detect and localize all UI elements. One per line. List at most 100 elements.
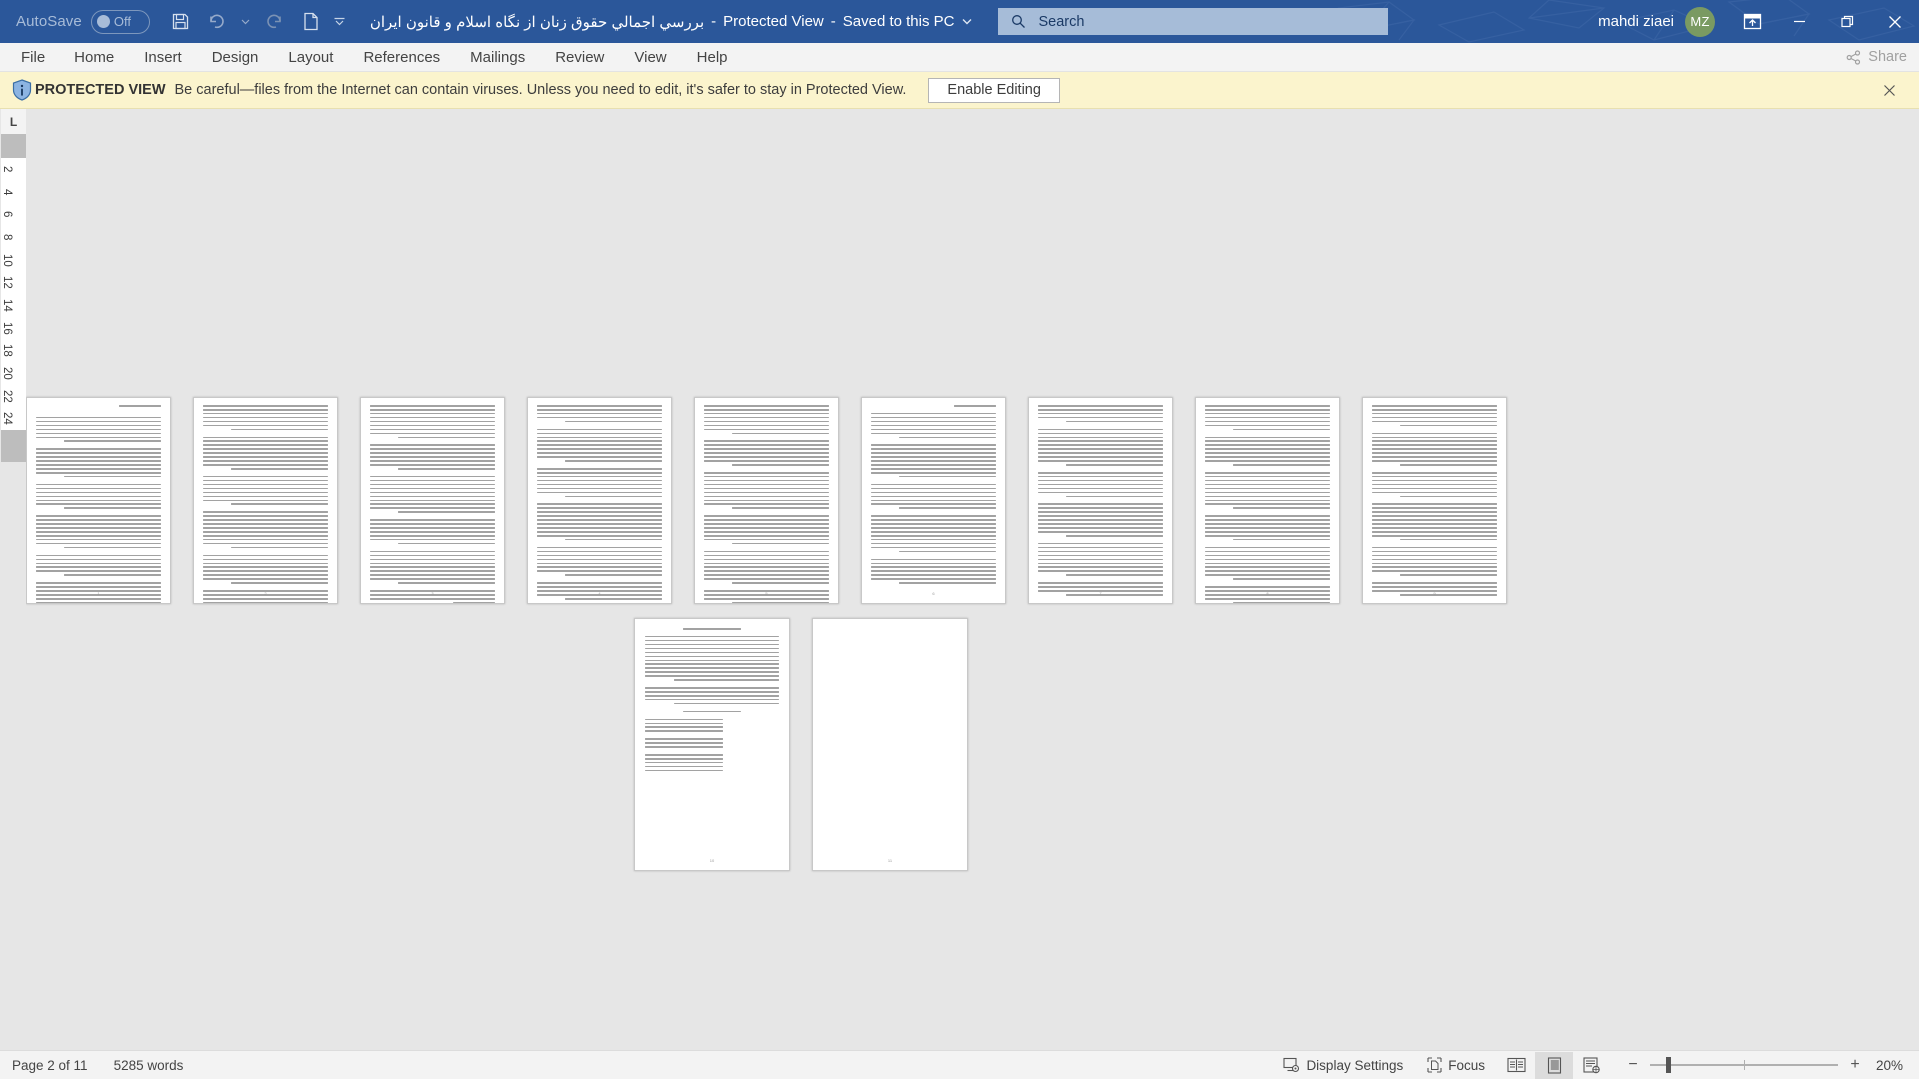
page-number: 7 [1099, 591, 1102, 596]
display-settings-button[interactable]: Display Settings [1271, 1052, 1415, 1079]
document-page[interactable]: 5 [694, 397, 839, 604]
close-button[interactable] [1871, 0, 1919, 43]
ribbon-tab-strip: File Home Insert Design Layout Reference… [0, 43, 1919, 72]
page-number: 6 [932, 591, 935, 596]
undo-button[interactable] [200, 6, 234, 38]
document-page[interactable]: 6 [861, 397, 1006, 604]
ruler-tick: 16 [1, 321, 13, 335]
ribbon-display-options-button[interactable] [1729, 0, 1775, 43]
document-page[interactable]: 1 [26, 397, 171, 604]
customize-quick-access-toolbar-button[interactable] [330, 6, 350, 38]
page-row-2: 10 11 [26, 618, 1919, 871]
page-row-1: 1 2 3 4 5 6 7 8 9 [26, 109, 1919, 604]
new-document-icon [302, 12, 320, 31]
ruler-tick: 22 [1, 389, 13, 403]
redo-icon [265, 12, 284, 31]
zoom-control[interactable]: − + [1611, 1056, 1873, 1074]
page-number: 11 [887, 858, 893, 863]
tab-mailings[interactable]: Mailings [455, 43, 540, 72]
close-banner-button[interactable] [1883, 84, 1909, 97]
tab-file[interactable]: File [10, 43, 59, 72]
undo-icon [207, 12, 226, 31]
page-number: 9 [1433, 591, 1436, 596]
document-page[interactable]: 8 [1195, 397, 1340, 604]
document-page[interactable]: 11 [812, 618, 968, 871]
new-document-button[interactable] [294, 6, 328, 38]
tab-stop-indicator: L [9, 114, 18, 129]
zoom-slider[interactable] [1650, 1057, 1838, 1073]
save-location-label: Saved to this PC [842, 13, 955, 30]
ribbon-display-options-icon [1743, 12, 1762, 31]
document-page[interactable]: 3 [360, 397, 505, 604]
protected-view-banner: PROTECTED VIEW Be careful—files from the… [0, 72, 1919, 109]
avatar[interactable]: MZ [1685, 6, 1715, 37]
zoom-slider-thumb[interactable] [1666, 1057, 1671, 1073]
tab-home[interactable]: Home [59, 43, 129, 72]
tab-view[interactable]: View [619, 43, 681, 72]
account-name: mahdi ziaei [1598, 13, 1674, 30]
chevron-down-icon[interactable] [962, 18, 972, 25]
title-bar: AutoSave Off بررسي اجمالي حقوق زنان از ن… [0, 0, 1919, 43]
search-input[interactable] [1036, 12, 1357, 31]
display-settings-icon [1283, 1057, 1300, 1073]
vertical-ruler[interactable]: 2 4 6 8 10 12 14 16 18 20 22 24 [1, 134, 26, 654]
restore-icon [1840, 15, 1854, 28]
zoom-slider-midpoint [1744, 1060, 1745, 1070]
focus-button[interactable]: Focus [1415, 1052, 1497, 1079]
zoom-level-label[interactable]: 20% [1873, 1058, 1913, 1073]
ruler-tick: 4 [1, 188, 13, 196]
document-page[interactable]: 9 [1362, 397, 1507, 604]
document-page[interactable]: 4 [527, 397, 672, 604]
tab-help[interactable]: Help [682, 43, 743, 72]
save-button[interactable] [164, 6, 198, 38]
ruler-tick: 12 [1, 276, 13, 290]
chevron-down-icon [241, 17, 250, 26]
title-separator-2: - [830, 13, 836, 30]
display-settings-label: Display Settings [1306, 1057, 1404, 1073]
close-icon [1888, 15, 1902, 29]
read-mode-button[interactable] [1497, 1052, 1535, 1079]
web-layout-button[interactable] [1573, 1052, 1611, 1079]
ruler-tick: 10 [1, 253, 13, 267]
zoom-out-button[interactable]: − [1627, 1056, 1639, 1074]
minimize-button[interactable] [1775, 0, 1823, 43]
save-icon [171, 12, 190, 31]
search-box[interactable] [997, 8, 1388, 35]
web-layout-icon [1583, 1056, 1601, 1074]
document-page[interactable]: 2 [193, 397, 338, 604]
document-page[interactable]: 7 [1028, 397, 1173, 604]
print-layout-icon [1547, 1056, 1562, 1074]
redo-button[interactable] [258, 6, 292, 38]
ruler-tick: 8 [1, 234, 13, 241]
chevron-down-icon [333, 17, 346, 27]
document-work-area: L 18 16 14 12 10 8 6 4 2 [0, 109, 1919, 1050]
document-title: بررسي اجمالي حقوق زنان از نگاه اسلام و ق… [369, 13, 705, 31]
zoom-in-button[interactable]: + [1849, 1056, 1861, 1074]
tab-insert[interactable]: Insert [129, 43, 197, 72]
document-canvas[interactable]: 1 2 3 4 5 6 7 8 9 10 11 [26, 109, 1919, 1050]
document-page[interactable]: 10 [634, 618, 790, 871]
document-title-bar[interactable]: بررسي اجمالي حقوق زنان از نگاه اسلام و ق… [370, 13, 972, 31]
ruler-tick: 14 [1, 298, 13, 312]
page-number: 2 [264, 591, 267, 596]
tab-stop-selector[interactable]: L [1, 109, 26, 134]
undo-dropdown-button[interactable] [236, 6, 256, 38]
tab-layout[interactable]: Layout [273, 43, 348, 72]
tab-design[interactable]: Design [197, 43, 274, 72]
page-status[interactable]: Page 2 of 11 [12, 1058, 88, 1073]
restore-button[interactable] [1823, 0, 1871, 43]
tab-review[interactable]: Review [540, 43, 619, 72]
page-number: 8 [1266, 591, 1269, 596]
autosave-label: AutoSave [16, 13, 82, 30]
autosave-toggle[interactable]: Off [90, 9, 150, 34]
read-mode-icon [1506, 1057, 1526, 1073]
tab-references[interactable]: References [348, 43, 455, 72]
print-layout-button[interactable] [1535, 1051, 1573, 1079]
autosave-toggle-knob [96, 15, 110, 28]
share-button: Share [1846, 49, 1907, 65]
word-count[interactable]: 5285 words [114, 1058, 184, 1073]
focus-label: Focus [1448, 1057, 1485, 1073]
autosave-control[interactable]: AutoSave Off [0, 9, 150, 34]
page-number: 10 [709, 858, 715, 863]
enable-editing-button[interactable]: Enable Editing [928, 77, 1060, 103]
